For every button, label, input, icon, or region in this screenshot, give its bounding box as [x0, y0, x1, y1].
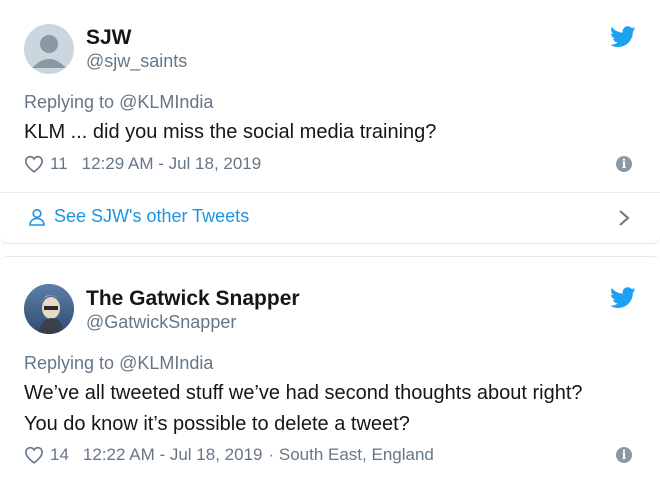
- tweet-text-line: KLM ... did you miss the social media tr…: [24, 121, 437, 143]
- timestamp[interactable]: 12:22 AM - Jul 18, 2019: [83, 445, 263, 465]
- twitter-bird-icon[interactable]: [610, 287, 636, 309]
- tweet-meta: 14 12:22 AM - Jul 18, 2019 · South East,…: [24, 445, 434, 465]
- tweet-text-line: You do know it’s possible to delete a tw…: [24, 413, 410, 435]
- timestamp[interactable]: 12:29 AM - Jul 18, 2019: [82, 154, 262, 174]
- replying-to-label: Replying to: [24, 353, 115, 373]
- see-more-tweets-label[interactable]: See SJW's other Tweets: [54, 206, 249, 227]
- tweet-text: KLM ... did you miss the social media tr…: [24, 117, 436, 148]
- user-handle[interactable]: @GatwickSnapper: [86, 312, 236, 333]
- chevron-right-icon[interactable]: [618, 209, 630, 227]
- reply-handle-link[interactable]: @KLMIndia: [119, 92, 213, 112]
- heart-icon[interactable]: [24, 155, 44, 173]
- user-name[interactable]: The Gatwick Snapper: [86, 287, 300, 311]
- person-icon: [29, 208, 45, 226]
- tweet-meta: 11 12:29 AM - Jul 18, 2019: [24, 154, 261, 174]
- tweet-card-sjw: SJW @sjw_saints Replying to @KLMIndia KL…: [0, 0, 660, 193]
- replying-to: Replying to @KLMIndia: [24, 92, 213, 113]
- user-handle[interactable]: @sjw_saints: [86, 51, 187, 72]
- like-count[interactable]: 14: [50, 445, 69, 465]
- tweet-text: We’ve all tweeted stuff we’ve had second…: [24, 378, 583, 440]
- reply-handle-link[interactable]: @KLMIndia: [119, 353, 213, 373]
- tweet-card-gatwick: The Gatwick Snapper @GatwickSnapper Repl…: [0, 256, 660, 481]
- location[interactable]: · South East, England: [268, 445, 433, 465]
- profile-photo-avatar[interactable]: [24, 284, 74, 334]
- see-more-tweets-link[interactable]: See SJW's other Tweets: [28, 206, 249, 227]
- info-icon[interactable]: i: [616, 447, 632, 463]
- twitter-bird-icon[interactable]: [610, 26, 636, 48]
- tweet-text-line: We’ve all tweeted stuff we’ve had second…: [24, 382, 583, 404]
- replying-to: Replying to @KLMIndia: [24, 353, 213, 374]
- default-avatar-icon[interactable]: [24, 24, 74, 74]
- info-icon[interactable]: i: [616, 156, 632, 172]
- heart-icon[interactable]: [24, 446, 44, 464]
- like-count[interactable]: 11: [50, 154, 68, 174]
- user-name[interactable]: SJW: [86, 26, 132, 50]
- see-more-tweets-row[interactable]: See SJW's other Tweets: [0, 193, 660, 244]
- card-gap: [0, 244, 660, 256]
- replying-to-label: Replying to: [24, 92, 115, 112]
